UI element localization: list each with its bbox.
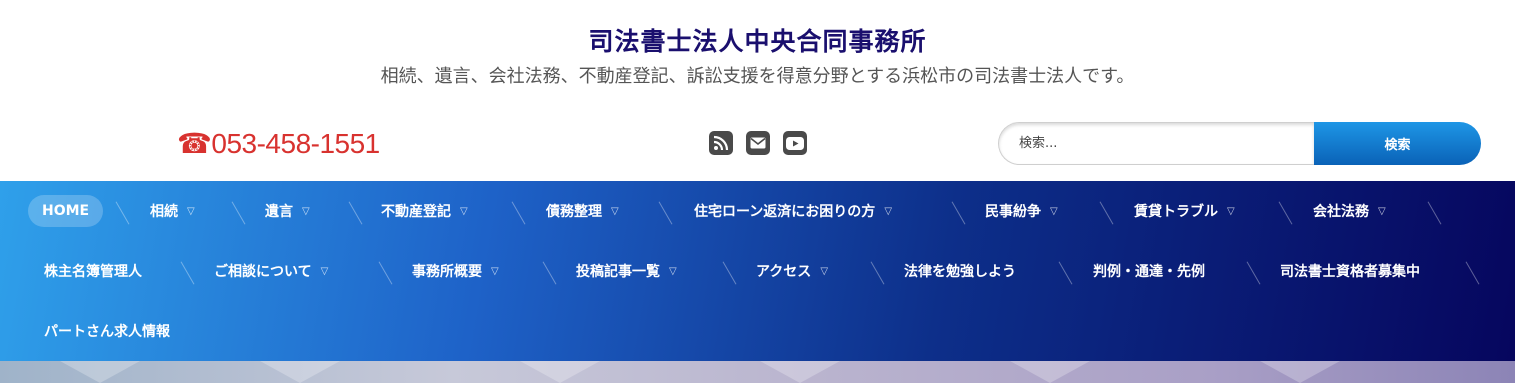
chevron-down-icon: ▽	[320, 265, 329, 277]
nav-item-label: 遺言	[265, 204, 293, 220]
nav-item-label: 住宅ローン返済にお困りの方	[694, 204, 876, 220]
chevron-down-icon: ▽	[1378, 205, 1386, 217]
nav-item-kiji[interactable]: 投稿記事一覧 ▽	[576, 255, 677, 287]
chevron-down-icon: ▽	[884, 205, 893, 217]
site-title[interactable]: 司法書士法人中央合同事務所	[0, 22, 1515, 58]
nav-item-soudan[interactable]: ご相談について ▽	[214, 255, 328, 287]
chevron-down-icon: ▽	[669, 265, 677, 277]
nav-item-access[interactable]: アクセス ▽	[756, 255, 828, 287]
chevron-down-icon: ▽	[1227, 205, 1235, 217]
nav-item-saimu[interactable]: 債務整理 ▽	[546, 195, 619, 227]
nav-item-label: ご相談について	[214, 264, 312, 280]
nav-item-part[interactable]: パートさん求人情報	[44, 315, 170, 347]
main-navigation: HOME 相続 ▽ 遺言 ▽ 不動産登記 ▽ 債務整理 ▽ 住宅ローン返済にお困りの方 ▽…	[0, 181, 1515, 361]
nav-separator	[1099, 201, 1114, 225]
nav-separator	[180, 261, 195, 285]
nav-item-home[interactable]: HOME	[28, 195, 104, 227]
chevron-down-icon: ▽	[491, 265, 499, 277]
social-links	[709, 131, 807, 155]
nav-separator	[1427, 201, 1442, 225]
chevron-down-icon: ▽	[302, 205, 310, 217]
nav-item-label: 債務整理	[546, 204, 602, 220]
nav-item-boshu[interactable]: 司法書士資格者募集中	[1280, 255, 1420, 287]
nav-item-label: 不動産登記	[381, 204, 451, 220]
nav-item-label: 株主名簿管理人	[44, 264, 142, 280]
site-description: 相続、遺言、会社法務、不動産登記、訴訟支援を得意分野とする浜松市の司法書士法人で…	[380, 66, 1135, 87]
rss-icon-graphic	[713, 135, 729, 151]
nav-separator	[348, 201, 363, 225]
nav-item-kabunushi[interactable]: 株主名簿管理人	[44, 255, 142, 287]
nav-item-souzoku[interactable]: 相続 ▽	[150, 195, 195, 227]
nav-item-label: 投稿記事一覧	[576, 264, 660, 280]
nav-item-label: 法律を勉強しよう	[904, 264, 1016, 280]
chevron-down-icon: ▽	[611, 205, 619, 217]
hero-banner-image	[0, 361, 1515, 383]
nav-separator	[511, 201, 526, 225]
chevron-down-icon: ▽	[820, 265, 829, 277]
search-input[interactable]	[998, 122, 1314, 165]
nav-separator	[870, 261, 885, 285]
chevron-down-icon: ▽	[460, 205, 468, 217]
nav-item-label: 事務所概要	[412, 264, 482, 280]
hero-decoration	[1010, 361, 1090, 383]
nav-item-hanrei[interactable]: 判例・通達・先例	[1093, 255, 1205, 287]
envelope-icon-graphic	[750, 137, 766, 149]
nav-item-label: アクセス	[756, 264, 812, 280]
envelope-icon[interactable]	[746, 131, 770, 155]
rss-icon[interactable]	[709, 131, 733, 155]
nav-item-jimusho[interactable]: 事務所概要 ▽	[412, 255, 499, 287]
phone-number[interactable]: ☎053-458-1551	[177, 127, 380, 160]
nav-item-label: 賃貸トラブル	[1134, 204, 1218, 220]
nav-item-fudosan[interactable]: 不動産登記 ▽	[381, 195, 468, 227]
nav-item-jutaku-loan[interactable]: 住宅ローン返済にお困りの方 ▽	[694, 195, 892, 227]
nav-item-label: HOME	[42, 203, 90, 219]
chevron-down-icon: ▽	[187, 205, 195, 217]
nav-separator	[542, 261, 557, 285]
nav-separator	[1465, 261, 1480, 285]
nav-item-label: 司法書士資格者募集中	[1280, 264, 1420, 280]
nav-item-label: 判例・通達・先例	[1093, 264, 1205, 280]
nav-separator	[722, 261, 737, 285]
hero-decoration	[60, 361, 140, 383]
nav-item-chintai[interactable]: 賃貸トラブル ▽	[1134, 195, 1235, 227]
nav-item-label: 民事紛争	[985, 204, 1041, 220]
nav-item-kaisha[interactable]: 会社法務 ▽	[1313, 195, 1386, 227]
hero-decoration	[1260, 361, 1340, 383]
site-header: 司法書士法人中央合同事務所 相続、遺言、会社法務、不動産登記、訴訟支援を得意分野…	[0, 0, 1515, 181]
hero-decoration	[760, 361, 840, 383]
chevron-down-icon: ▽	[1050, 205, 1058, 217]
nav-separator	[658, 201, 673, 225]
nav-separator	[378, 261, 393, 285]
nav-item-label: 会社法務	[1313, 204, 1369, 220]
nav-separator	[951, 201, 966, 225]
hero-decoration	[520, 361, 600, 383]
nav-separator	[115, 201, 130, 225]
nav-separator	[1246, 261, 1261, 285]
nav-item-minji[interactable]: 民事紛争 ▽	[985, 195, 1058, 227]
nav-item-igon[interactable]: 遺言 ▽	[265, 195, 310, 227]
hero-decoration	[260, 361, 340, 383]
nav-item-label: パートさん求人情報	[44, 324, 170, 340]
youtube-icon[interactable]	[783, 131, 807, 155]
nav-separator	[231, 201, 246, 225]
nav-item-label: 相続	[150, 204, 178, 220]
nav-separator	[1058, 261, 1073, 285]
youtube-icon-graphic	[786, 136, 804, 150]
search-button[interactable]: 検索	[1314, 122, 1481, 165]
nav-item-benkyo[interactable]: 法律を勉強しよう	[904, 255, 1016, 287]
search-form: 検索	[998, 122, 1481, 165]
nav-separator	[1278, 201, 1293, 225]
